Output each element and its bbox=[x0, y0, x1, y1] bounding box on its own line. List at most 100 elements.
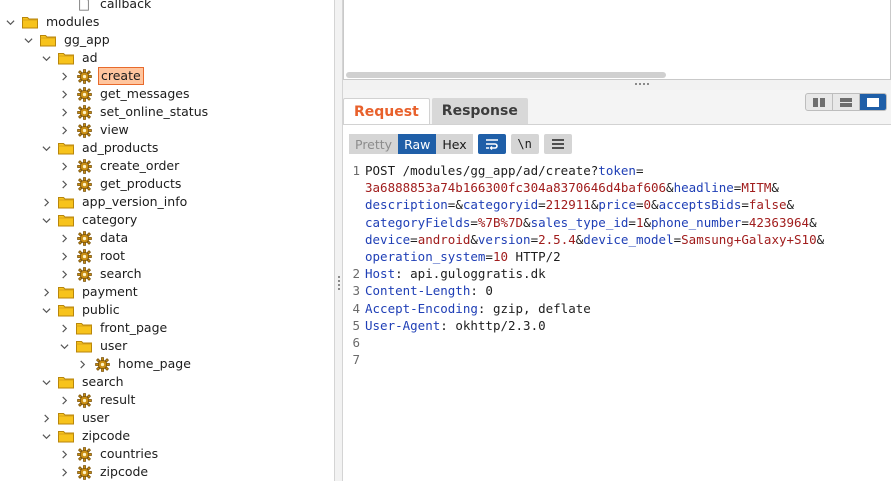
horizontal-scrollbar[interactable] bbox=[346, 72, 666, 78]
layout-stacked-button[interactable] bbox=[833, 94, 860, 110]
chevron-down-icon[interactable] bbox=[40, 139, 52, 157]
chevron-right-icon[interactable] bbox=[58, 445, 70, 463]
text-segment: =& bbox=[447, 197, 463, 213]
tree-node[interactable]: get_messages bbox=[58, 85, 191, 103]
tree-node[interactable]: search bbox=[58, 265, 144, 283]
chevron-right-icon[interactable] bbox=[58, 175, 70, 193]
pretty-button[interactable]: Pretty bbox=[349, 134, 399, 154]
tab-request[interactable]: Request bbox=[343, 98, 430, 124]
gear-icon bbox=[76, 248, 92, 264]
tree-node[interactable]: front_page bbox=[58, 319, 169, 337]
chevron-right-icon[interactable] bbox=[58, 103, 70, 121]
word-wrap-button[interactable] bbox=[477, 134, 506, 154]
chevron-right-icon[interactable] bbox=[58, 229, 70, 247]
code-line: operation_system=10 HTTP/2 bbox=[343, 248, 891, 265]
tree-node[interactable]: result bbox=[58, 391, 137, 409]
tree-node[interactable]: root bbox=[58, 247, 127, 265]
param-key: device bbox=[365, 231, 411, 247]
chevron-down-icon[interactable] bbox=[40, 373, 52, 391]
splitter-grip[interactable] bbox=[635, 83, 649, 86]
tree-node[interactable]: home_page bbox=[76, 355, 193, 373]
tree-node[interactable]: user bbox=[58, 337, 129, 355]
folder-icon bbox=[58, 284, 74, 300]
chevron-right-icon[interactable] bbox=[40, 283, 52, 301]
chevron-down-icon[interactable] bbox=[40, 49, 52, 67]
tree-node-label: gg_app bbox=[64, 32, 110, 47]
chevron-right-icon[interactable] bbox=[58, 265, 70, 283]
tree-node-label: app_version_info bbox=[82, 194, 188, 209]
layout-tabs-button[interactable] bbox=[860, 94, 886, 110]
tree-node-label: callback bbox=[100, 0, 152, 11]
top-results-pane bbox=[343, 0, 891, 80]
line-number bbox=[343, 179, 365, 196]
tree-node[interactable]: zipcode bbox=[58, 463, 150, 481]
param-key: Accept-Encoding bbox=[365, 300, 478, 316]
line-number: 7 bbox=[352, 352, 360, 368]
layout-side-by-side-button[interactable] bbox=[806, 94, 833, 110]
tree-node[interactable]: category bbox=[40, 211, 139, 229]
horizontal-splitter[interactable] bbox=[343, 80, 891, 90]
line-number bbox=[343, 214, 365, 231]
menu-button[interactable] bbox=[543, 134, 572, 154]
tree-node[interactable]: callback bbox=[58, 0, 153, 13]
folder-icon bbox=[76, 338, 92, 354]
tree-node[interactable]: search bbox=[40, 373, 126, 391]
folder-icon bbox=[58, 410, 74, 426]
param-key: phone_number bbox=[651, 214, 742, 230]
param-value: 3a6888853a74b166300fc304a8370646d4baf606 bbox=[365, 180, 667, 196]
chevron-down-icon[interactable] bbox=[40, 427, 52, 445]
tree-node[interactable]: user bbox=[40, 409, 111, 427]
show-newlines-button[interactable]: \n bbox=[510, 134, 539, 154]
tree-node[interactable]: ad_products bbox=[40, 139, 160, 157]
tree-node[interactable]: get_products bbox=[58, 175, 183, 193]
chevron-right-icon[interactable] bbox=[58, 85, 70, 103]
raw-button[interactable]: Raw bbox=[398, 134, 437, 154]
chevron-right-icon[interactable] bbox=[58, 67, 70, 85]
chevron-down-icon[interactable] bbox=[22, 31, 34, 49]
chevron-right-icon[interactable] bbox=[58, 319, 70, 337]
tree-node[interactable]: create bbox=[58, 67, 144, 85]
chevron-right-icon[interactable] bbox=[58, 121, 70, 139]
tree-node[interactable]: view bbox=[58, 121, 131, 139]
chevron-down-icon[interactable] bbox=[40, 301, 52, 319]
folder-icon bbox=[58, 212, 74, 228]
tree-node[interactable]: public bbox=[40, 301, 122, 319]
chevron-right-icon[interactable] bbox=[58, 391, 70, 409]
tree-node[interactable]: data bbox=[58, 229, 130, 247]
gear-icon bbox=[76, 446, 92, 462]
chevron-right-icon[interactable] bbox=[58, 247, 70, 265]
chevron-right-icon[interactable] bbox=[58, 157, 70, 175]
chevron-right-icon[interactable] bbox=[76, 355, 88, 373]
gear-icon bbox=[76, 68, 92, 84]
code-line: 3 Content-Length: 0 bbox=[343, 282, 891, 299]
line-text: Accept-Encoding: gzip, deflate bbox=[365, 300, 591, 317]
tree-node[interactable]: zipcode bbox=[40, 427, 132, 445]
tab-response[interactable]: Response bbox=[431, 98, 528, 124]
tree-node-label: home_page bbox=[118, 356, 191, 371]
line-number bbox=[343, 248, 365, 265]
chevron-down-icon[interactable] bbox=[4, 13, 16, 31]
tree-node[interactable]: set_online_status bbox=[58, 103, 210, 121]
vertical-splitter[interactable] bbox=[334, 0, 343, 481]
gear-icon bbox=[76, 104, 92, 120]
tree-node[interactable]: ad bbox=[40, 49, 100, 67]
tree-node-label: set_online_status bbox=[100, 104, 209, 119]
chevron-down-icon[interactable] bbox=[58, 337, 70, 355]
tree-node[interactable]: modules bbox=[4, 13, 101, 31]
tree-node[interactable]: gg_app bbox=[22, 31, 112, 49]
hex-button[interactable]: Hex bbox=[436, 134, 473, 154]
chevron-right-icon[interactable] bbox=[58, 463, 70, 481]
chevron-down-icon[interactable] bbox=[40, 211, 52, 229]
tree-node[interactable]: create_order bbox=[58, 157, 181, 175]
tree-node[interactable]: countries bbox=[58, 445, 160, 463]
text-segment: = bbox=[628, 214, 636, 230]
text-segment: & bbox=[523, 214, 531, 230]
request-text[interactable]: 1 POST /modules/gg_app/ad/create?token= 3a… bbox=[343, 162, 891, 368]
request-editor[interactable]: Pretty Raw Hex \n 1 POST /modules/gg_app/… bbox=[343, 124, 891, 481]
folder-icon bbox=[40, 32, 56, 48]
tree-node[interactable]: payment bbox=[40, 283, 140, 301]
chevron-right-icon[interactable] bbox=[40, 409, 52, 427]
chevron-right-icon[interactable] bbox=[40, 193, 52, 211]
splitter-grip[interactable] bbox=[338, 276, 340, 290]
tree-node[interactable]: app_version_info bbox=[40, 193, 189, 211]
